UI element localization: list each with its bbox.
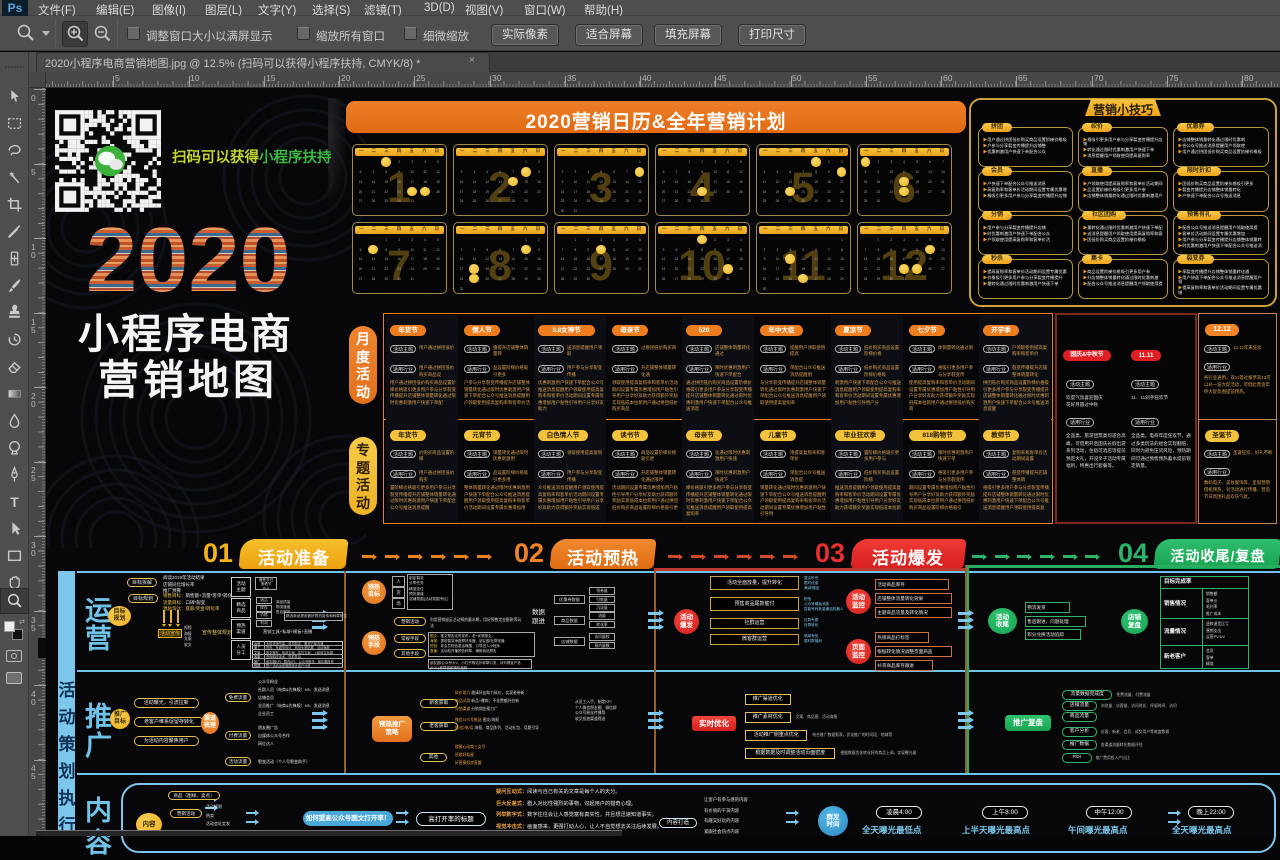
svg-text:T: T xyxy=(10,494,19,510)
